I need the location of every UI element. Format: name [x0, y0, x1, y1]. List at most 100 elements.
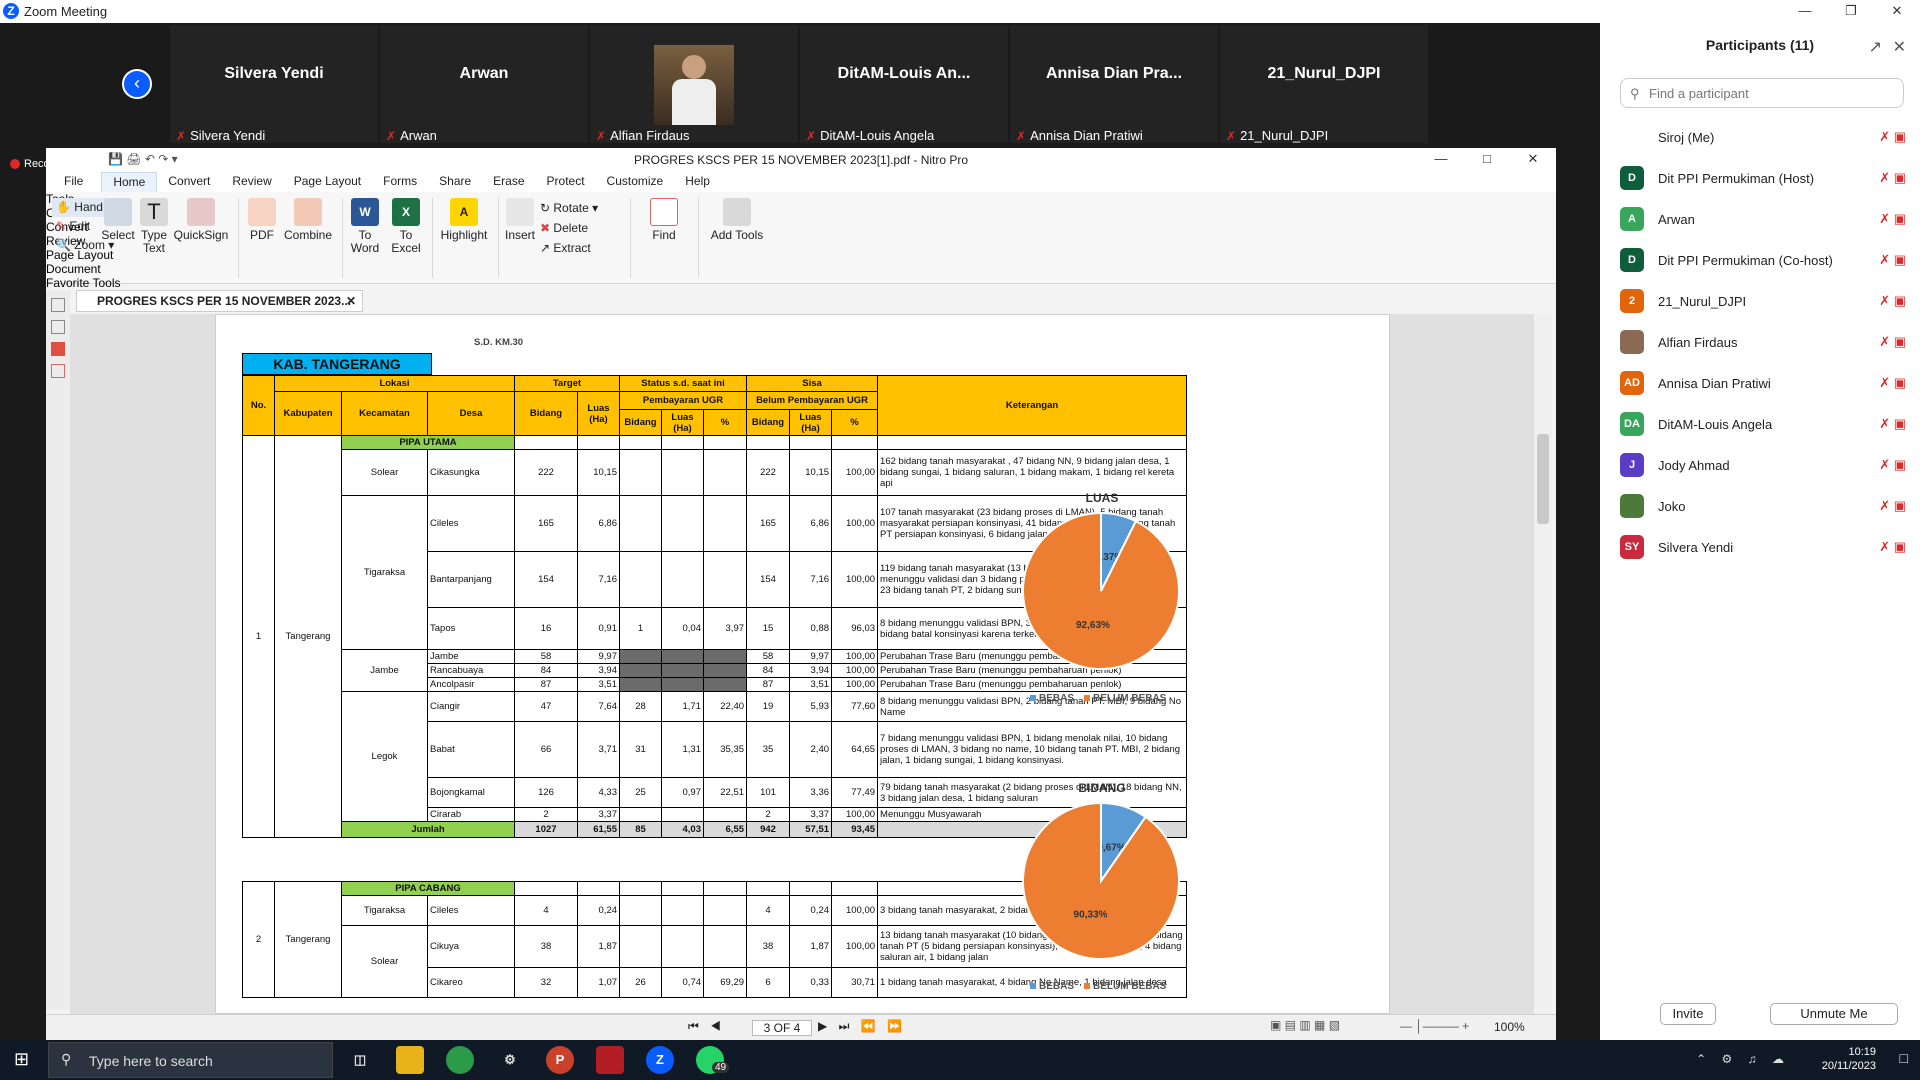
first-prev-page-buttons[interactable]: ⏮ ◀ [688, 1019, 725, 1034]
target-luas: 1,07 [577, 967, 621, 998]
video-tile[interactable]: 21_Nurul_DJPI ✗ 21_Nurul_DJPI [1220, 25, 1428, 143]
extract-button[interactable]: ↗ Extract [540, 238, 598, 258]
pie-data-label: 90,33% [1074, 909, 1108, 920]
minimize-button[interactable]: — [1782, 0, 1828, 23]
maximize-button[interactable]: □ [1464, 148, 1510, 172]
desa-cell: Bojongkamal [427, 777, 515, 808]
invite-button[interactable]: Invite [1660, 1003, 1716, 1025]
tab-file[interactable]: File [46, 172, 101, 192]
video-tile[interactable]: Annisa Dian Pra... ✗ Annisa Dian Pratiwi [1010, 25, 1218, 143]
quicksign-button[interactable]: QuickSign [172, 198, 230, 242]
document-tab[interactable]: PROGRES KSCS PER 15 NOVEMBER 2023... ✕ [76, 290, 363, 312]
participant-row[interactable]: J Jody Ahmad ✗ ▣ [1620, 447, 1910, 483]
combine-button[interactable]: Combine [282, 198, 334, 242]
tab-forms[interactable]: Forms [372, 172, 428, 192]
participant-row[interactable]: 2 21_Nurul_DJPI ✗ ▣ [1620, 283, 1910, 319]
video-tile[interactable]: ✗ Alfian Firdaus [590, 25, 798, 143]
participant-row[interactable]: D Dit PPI Permukiman (Co-host) ✗ ▣ [1620, 242, 1910, 278]
attachments-icon[interactable] [51, 342, 65, 356]
notifications-icon[interactable]: □ [1900, 1050, 1908, 1066]
video-tile[interactable]: Silvera Yendi ✗ Silvera Yendi [170, 25, 378, 143]
close-tab-icon[interactable]: ✕ [346, 294, 356, 308]
video-tile[interactable]: Arwan ✗ Arwan [380, 25, 588, 143]
next-last-page-buttons[interactable]: ▶ ⏭ ⏪ ⏩ [818, 1019, 906, 1034]
tab-erase[interactable]: Erase [482, 172, 535, 192]
find-button[interactable]: Find [642, 198, 686, 242]
participant-row[interactable]: Joko ✗ ▣ [1620, 488, 1910, 524]
participant-name: Silvera Yendi [1658, 539, 1734, 555]
unmute-me-button[interactable]: Unmute Me [1770, 1003, 1898, 1025]
zoom-slider[interactable]: — │——— + [1400, 1019, 1469, 1033]
total-paid-percent: 6,55 [702, 821, 748, 838]
participant-row[interactable]: A Arwan ✗ ▣ [1620, 201, 1910, 237]
page-indicator[interactable]: 3 OF 4 [752, 1020, 812, 1036]
tab-help[interactable]: Help [674, 172, 721, 192]
avatar: SY [1620, 535, 1644, 559]
tab-convert[interactable]: Convert [157, 172, 221, 192]
participant-row[interactable]: Alfian Firdaus ✗ ▣ [1620, 324, 1910, 360]
vertical-scrollbar[interactable] [1534, 314, 1552, 1014]
avatar: A [1620, 207, 1644, 231]
video-tile[interactable]: DitAM-Louis An... ✗ DitAM-Louis Angela [800, 25, 1008, 143]
nitro-title-bar: 💾 🖨 ↶ ↷ ▾ PROGRES KSCS PER 15 NOVEMBER 2… [46, 148, 1556, 172]
security-icon[interactable] [51, 364, 65, 378]
tab-home[interactable]: Home [101, 172, 158, 192]
close-button[interactable]: ✕ [1510, 148, 1556, 172]
nitro-pdf-icon[interactable] [596, 1046, 624, 1074]
zoom-level[interactable]: 100% [1494, 1020, 1525, 1034]
page-layout-small-buttons: ↻ Rotate ▾ ✖ Delete ↗ Extract [540, 198, 598, 258]
sisa-bidang: 4 [746, 895, 791, 926]
close-icon[interactable]: ✕ [1893, 37, 1906, 57]
taskbar-search[interactable]: ⚲ Type here to search [48, 1042, 333, 1078]
header-luas: Luas (Ha) [577, 391, 620, 436]
system-tray-icons[interactable]: ⌃ ⚙ ♫ ☁ [1696, 1052, 1790, 1066]
delete-button[interactable]: ✖ Delete [540, 218, 598, 238]
select-button[interactable]: Select [98, 198, 138, 242]
pdf-create-button[interactable]: PDF [242, 198, 282, 242]
scrollbar-thumb[interactable] [1537, 434, 1549, 524]
paid-luas: 1,71 [661, 691, 704, 722]
participant-row[interactable]: D Dit PPI Permukiman (Host) ✗ ▣ [1620, 160, 1910, 196]
participant-row[interactable]: DA DitAM-Louis Angela ✗ ▣ [1620, 406, 1910, 442]
tab-protect[interactable]: Protect [536, 172, 596, 192]
to-excel-button[interactable]: X To Excel [386, 198, 426, 255]
pdf-page: S.D. KM.30 KAB. TANGERANG No. Lokasi Tar… [215, 314, 1390, 1014]
pages-icon[interactable] [51, 298, 65, 312]
legend-item: BELUM BEBAS [1084, 981, 1166, 992]
pie-slice-belum-bebas [1022, 801, 1180, 960]
bookmarks-icon[interactable] [51, 320, 65, 334]
settings-icon[interactable]: ⚙ [496, 1046, 524, 1074]
participant-row[interactable]: Siroj (Me) ✗ ▣ [1620, 119, 1910, 155]
tab-page-layout[interactable]: Page Layout [283, 172, 372, 192]
tab-share[interactable]: Share [428, 172, 482, 192]
mic-muted-icon: ✗ [596, 128, 607, 143]
zoom-taskbar-icon[interactable]: Z [646, 1046, 674, 1074]
participant-name: Jody Ahmad [1658, 457, 1730, 473]
task-view-icon[interactable]: ◫ [346, 1046, 374, 1074]
restore-button[interactable]: ❐ [1828, 0, 1874, 23]
add-tools-button[interactable]: Add Tools [710, 198, 764, 242]
tab-customize[interactable]: Customize [596, 172, 675, 192]
to-word-button[interactable]: W To Word [346, 198, 384, 255]
powerpoint-icon[interactable]: P [546, 1046, 574, 1074]
insert-button[interactable]: Insert [502, 198, 538, 242]
tab-review[interactable]: Review [221, 172, 282, 192]
mic-muted-icon: ✗ [1016, 128, 1027, 143]
view-mode-icons[interactable]: ▣ ▤ ▥ ▦ ▧ [1270, 1018, 1340, 1032]
chrome-icon[interactable] [446, 1046, 474, 1074]
minimize-button[interactable]: — [1418, 148, 1464, 172]
clock[interactable]: 10:19 20/11/2023 [1822, 1040, 1876, 1080]
windows-start-icon[interactable]: ⊞ [14, 1049, 29, 1070]
rotate-button[interactable]: ↻ Rotate ▾ [540, 198, 598, 218]
search-input[interactable]: ⚲ Find a participant [1620, 78, 1904, 108]
popout-icon[interactable]: ↗ [1869, 37, 1882, 57]
desa-cell: Tapos [427, 607, 515, 650]
file-explorer-icon[interactable] [396, 1046, 424, 1074]
participant-row[interactable]: AD Annisa Dian Pratiwi ✗ ▣ [1620, 365, 1910, 401]
participant-row[interactable]: SY Silvera Yendi ✗ ▣ [1620, 529, 1910, 565]
document-viewport[interactable]: S.D. KM.30 KAB. TANGERANG No. Lokasi Tar… [70, 314, 1534, 1014]
close-button[interactable]: ✕ [1874, 0, 1920, 23]
highlight-button[interactable]: A Highlight [436, 198, 492, 242]
tile-label: Alfian Firdaus [610, 128, 690, 143]
type-text-button[interactable]: T Type Text [134, 198, 174, 255]
